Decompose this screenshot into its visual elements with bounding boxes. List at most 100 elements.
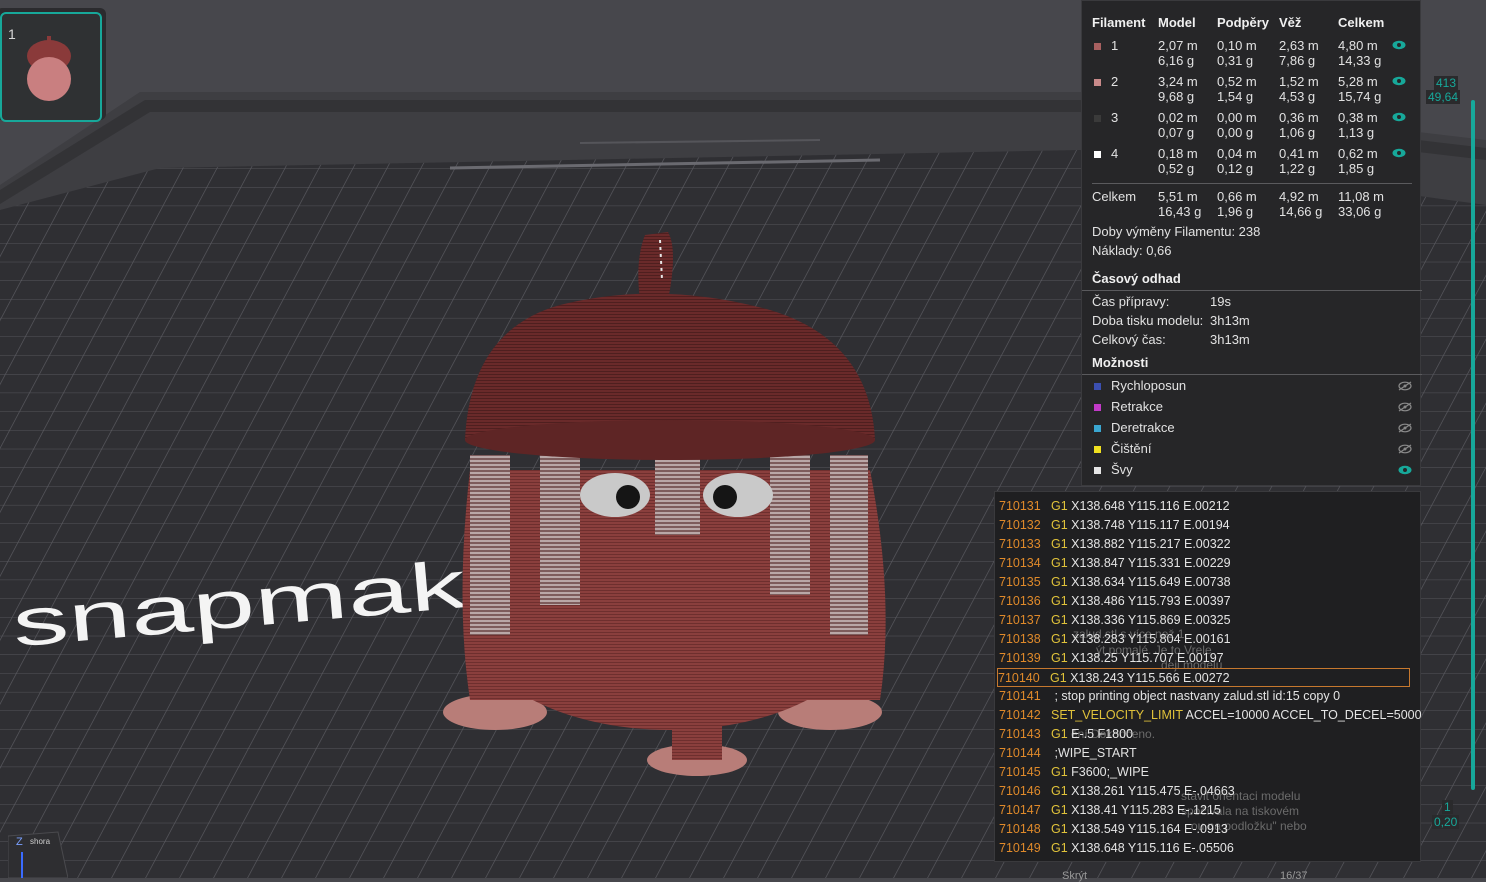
gcode-params: X138.634 Y115.649 E.00738 xyxy=(1067,575,1231,589)
gcode-line[interactable]: 710144 ;WIPE_START xyxy=(999,744,1416,763)
filament-row-1: 1 2,07 m 6,16 g 0,10 m 0,31 g 2,63 m 7,86 g 4,8… xyxy=(1092,38,1412,74)
gcode-line[interactable]: 710132 G1 X138.748 Y115.117 E.00194 xyxy=(999,516,1416,535)
gcode-line[interactable]: 710149 G1 X138.648 Y115.116 E-.05506 xyxy=(999,839,1416,858)
gcode-viewer[interactable]: zalud.stl s více než 1 ýt pomalé. Je to V… xyxy=(994,491,1422,862)
plate-thumbnail-preview-icon xyxy=(27,36,71,101)
visibility-eye-icon[interactable] xyxy=(1392,74,1412,110)
total-separator xyxy=(1092,183,1412,184)
total-supports: 0,66 m 1,96 g xyxy=(1217,189,1257,219)
gcode-params: X138.648 Y115.116 E-.05506 xyxy=(1067,841,1234,855)
total-row-table: Celkem 5,51 m 16,43 g 0,66 m 1,96 g 4,92 m… xyxy=(1092,189,1412,225)
filament-total: 0,62 m 1,85 g xyxy=(1338,146,1378,176)
option-color-swatch xyxy=(1094,383,1101,391)
filament-row-2: 2 3,24 m 9,68 g 0,52 m 1,54 g 1,52 m 4,53 g 5,2… xyxy=(1092,74,1412,110)
gcode-line-number: 710132 xyxy=(999,518,1041,532)
plate-thumbnail[interactable]: 1 xyxy=(0,8,106,122)
time-estimate-title: Časový odhad xyxy=(1092,271,1181,286)
eye-hidden-icon[interactable] xyxy=(1398,379,1412,394)
plate-thumbnail-frame[interactable]: 1 xyxy=(0,12,102,122)
view-axis-cube[interactable]: Z shora xyxy=(8,828,68,878)
gcode-params: X138.243 Y115.566 E.00272 xyxy=(1066,671,1230,685)
filament-supports: 0,52 m 1,54 g xyxy=(1217,74,1257,104)
filament-tower: 0,41 m 1,22 g xyxy=(1279,146,1319,176)
gcode-line-number: 710145 xyxy=(999,765,1041,779)
gcode-command: G1 xyxy=(1051,518,1068,532)
option-color-swatch xyxy=(1094,467,1101,475)
gcode-line-number: 710131 xyxy=(999,499,1041,513)
col-header-tower: Věž xyxy=(1279,15,1302,30)
gcode-command: G1 xyxy=(1051,537,1068,551)
gcode-params: ; stop printing object nastvany zalud.st… xyxy=(1051,689,1341,703)
gcode-line-number: 710141 xyxy=(999,689,1041,703)
visibility-eye-icon[interactable] xyxy=(1392,110,1412,146)
gcode-line[interactable]: 710135 G1 X138.634 Y115.649 E.00738 xyxy=(999,573,1416,592)
eye-icon[interactable] xyxy=(1398,463,1412,478)
option-4[interactable]: Švy xyxy=(1092,462,1412,480)
gcode-line[interactable]: 710142 SET_VELOCITY_LIMIT ACCEL=10000 ACC… xyxy=(999,706,1422,725)
option-1[interactable]: Retrakce xyxy=(1092,399,1412,417)
total-row: Celkem 5,51 m 16,43 g 0,66 m 1,96 g 4,92 m… xyxy=(1092,189,1412,225)
model-print-time-value: 3h13m xyxy=(1210,313,1250,328)
gcode-line-number: 710136 xyxy=(999,594,1041,608)
gcode-line[interactable]: 710134 G1 X138.847 Y115.331 E.00229 xyxy=(999,554,1416,573)
layer-slider-track[interactable] xyxy=(1471,100,1475,790)
gcode-line[interactable]: 710146 G1 X138.261 Y115.475 E-.04663 xyxy=(999,782,1416,801)
gcode-command: G1 xyxy=(1051,632,1068,646)
gcode-command: G1 xyxy=(1051,575,1068,589)
gcode-line[interactable]: 710147 G1 X138.41 Y115.283 E-.1215 xyxy=(999,801,1416,820)
option-label: Čištění xyxy=(1111,441,1152,456)
gcode-command: G1 xyxy=(1051,651,1068,665)
option-2[interactable]: Deretrakce xyxy=(1092,420,1412,438)
bottom-hide-hint[interactable]: Skrýt xyxy=(1062,870,1087,882)
gcode-line[interactable]: 710145 G1 F3600;_WIPE xyxy=(999,763,1416,782)
filament-row-4: 4 0,18 m 0,52 g 0,04 m 0,12 g 0,41 m 1,22 g 0,6… xyxy=(1092,146,1412,182)
gcode-line-number: 710146 xyxy=(999,784,1041,798)
filament-usage-table: Filament Model Podpěry Věž Celkem 1 2,07 … xyxy=(1092,15,1412,182)
col-header-total: Celkem xyxy=(1338,15,1385,30)
gcode-line-number: 710140 xyxy=(998,671,1040,685)
option-label: Švy xyxy=(1111,462,1133,477)
gcode-line[interactable]: 710131 G1 X138.648 Y115.116 E.00212 xyxy=(999,497,1416,516)
filament-model: 2,07 m 6,16 g xyxy=(1158,38,1198,68)
gcode-line-selected[interactable]: 710140 G1 X138.243 Y115.566 E.00272 xyxy=(997,668,1410,687)
gcode-command: SET_VELOCITY_LIMIT xyxy=(1051,708,1183,722)
option-0[interactable]: Rychloposun xyxy=(1092,378,1412,396)
slider-top-layer: 413 xyxy=(1434,76,1459,90)
option-color-swatch xyxy=(1094,446,1101,454)
eye-hidden-icon[interactable] xyxy=(1398,400,1412,415)
filament-id: 4 xyxy=(1092,146,1158,182)
layer-slider[interactable] xyxy=(1468,100,1478,800)
filament-supports: 0,00 m 0,00 g xyxy=(1217,110,1257,140)
option-label: Rychloposun xyxy=(1111,378,1187,393)
gcode-line[interactable]: 710137 G1 X138.336 Y115.869 E.00325 xyxy=(999,611,1416,630)
filament-supports: 0,04 m 0,12 g xyxy=(1217,146,1257,176)
gcode-line[interactable]: 710141 ; stop printing object nastvany z… xyxy=(999,687,1416,706)
gcode-line-number: 710149 xyxy=(999,841,1041,855)
eye-hidden-icon[interactable] xyxy=(1398,442,1412,457)
gcode-line[interactable]: 710139 G1 X138.25 Y115.707 E.00197 xyxy=(999,649,1416,668)
axis-z-label: Z xyxy=(16,836,23,848)
gcode-line[interactable]: 710138 G1 X138.283 Y115.804 E.00161 xyxy=(999,630,1416,649)
total-total: 11,08 m 33,06 g xyxy=(1338,189,1385,219)
visibility-eye-icon[interactable] xyxy=(1392,146,1412,182)
gcode-line-number: 710144 xyxy=(999,746,1041,760)
visibility-eye-icon[interactable] xyxy=(1392,38,1412,74)
gcode-line[interactable]: 710133 G1 X138.882 Y115.217 E.00322 xyxy=(999,535,1416,554)
total-model: 5,51 m 16,43 g xyxy=(1158,189,1202,219)
gcode-params: X138.882 Y115.217 E.00322 xyxy=(1067,537,1231,551)
slider-top-height: 49,64 xyxy=(1426,90,1461,104)
gcode-params: ;WIPE_START xyxy=(1051,746,1137,760)
prep-time-value: 19s xyxy=(1210,294,1231,309)
option-color-swatch xyxy=(1094,404,1101,412)
gcode-params: E-.5 F1800 xyxy=(1067,727,1134,741)
gcode-line[interactable]: 710143 G1 E-.5 F1800 xyxy=(999,725,1416,744)
gcode-line[interactable]: 710136 G1 X138.486 Y115.793 E.00397 xyxy=(999,592,1416,611)
option-3[interactable]: Čištění xyxy=(1092,441,1412,459)
gcode-line[interactable]: 710148 G1 X138.549 Y115.164 E-.0913 xyxy=(999,820,1416,839)
filament-id: 1 xyxy=(1092,38,1158,74)
gcode-params: F3600;_WIPE xyxy=(1067,765,1149,779)
gcode-command: G1 xyxy=(1051,841,1068,855)
gcode-params: X138.336 Y115.869 E.00325 xyxy=(1067,613,1231,627)
options-separator xyxy=(1082,374,1422,375)
eye-hidden-icon[interactable] xyxy=(1398,421,1412,436)
